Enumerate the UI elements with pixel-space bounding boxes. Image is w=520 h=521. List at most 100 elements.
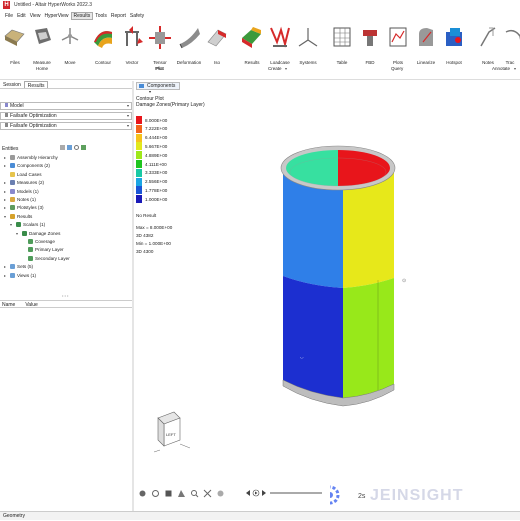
view-cube[interactable]: LEFT [150, 408, 200, 458]
tensor-plot-button[interactable]: Tensor Plot [145, 24, 175, 72]
deformation-button[interactable]: Deformation [174, 24, 204, 66]
panel-splitter[interactable] [132, 81, 134, 511]
tree-item[interactable]: Secondary Layer [22, 255, 70, 261]
menu-report[interactable]: Report [109, 12, 128, 20]
pan-icon[interactable] [151, 489, 160, 498]
linearize-button[interactable]: Linearize [411, 24, 441, 66]
menu-results[interactable]: Results [70, 11, 94, 20]
chevron-right-icon[interactable]: ▸ [4, 273, 8, 278]
model-selector[interactable]: Model ▾ [0, 102, 132, 110]
tree-item-icon [10, 197, 15, 202]
tree-item[interactable]: ▸ Sets (5) [4, 264, 33, 270]
tensor-icon [147, 24, 173, 50]
fit-icon[interactable] [164, 489, 173, 498]
tree-item[interactable]: Coverage [22, 239, 55, 244]
tree-item[interactable]: ▸ Notes (1) [4, 197, 36, 202]
files-button[interactable]: Files [0, 24, 30, 66]
tree-item[interactable]: ▸ Assembly Hierarchy [4, 155, 58, 160]
results-button[interactable]: Results [237, 24, 267, 66]
playback-speed: 2s [358, 493, 366, 500]
move-button[interactable]: Move [55, 24, 85, 66]
chevron-down-icon[interactable]: ▾ [4, 214, 8, 219]
measure-icon [29, 24, 55, 50]
tree-item[interactable]: ▸ Models (1) [4, 188, 39, 194]
menu-edit[interactable]: Edit [15, 12, 28, 20]
legend-swatch [136, 124, 142, 133]
zoom-icon[interactable] [190, 489, 199, 498]
table-button[interactable]: Table [327, 24, 357, 66]
watermark-text: JEINSIGHT [370, 487, 463, 504]
tree-item-icon [10, 180, 15, 186]
panel-resize-handle[interactable]: • • • [62, 293, 68, 298]
menu-hyperview[interactable]: HyperView [42, 12, 70, 20]
result-selector[interactable]: Failsafe Optimization ▾ [0, 112, 132, 120]
systems-button[interactable]: Systems [293, 24, 323, 66]
chevron-right-icon[interactable]: ▸ [4, 155, 8, 160]
vector-button[interactable]: Vector [117, 24, 147, 66]
tree-item[interactable]: ▸ Views (1) [4, 272, 36, 278]
tracing-icon [500, 24, 520, 50]
group-home-label: Home [36, 66, 49, 71]
plots-button[interactable]: Plots [383, 24, 413, 66]
legend-value: 1.000E+00 [145, 196, 168, 202]
forward-icon[interactable] [262, 490, 266, 496]
tree-item[interactable]: ▸ Measures (2) [4, 180, 44, 186]
fbd-icon [357, 24, 383, 50]
tree-item-label: Secondary Layer [35, 255, 70, 261]
iso-button[interactable]: Iso [202, 24, 232, 66]
contour-button[interactable]: Contour [88, 24, 118, 66]
tree-item[interactable]: Primary Layer [22, 247, 64, 253]
legend-swatch [136, 160, 142, 168]
tree-item-label: Notes (1) [17, 197, 36, 202]
chevron-right-icon[interactable]: ▸ [4, 264, 8, 269]
legend-level: 4.111E+00 [136, 160, 167, 168]
legend-level: 1.000E+00 [136, 195, 168, 204]
chevron-down-icon[interactable]: ▾ [16, 231, 20, 236]
notes-button[interactable]: Notes [473, 24, 503, 66]
rewind-icon[interactable] [246, 490, 250, 496]
chevron-down-icon[interactable]: ▾ [10, 222, 14, 227]
group-query-label: Query [391, 66, 404, 71]
measure-button[interactable]: Measure [27, 24, 57, 66]
menu-safety[interactable]: Safety [128, 12, 146, 20]
ribbon: Files Measure Move Contour Vector Tensor… [0, 20, 520, 80]
cylinder-model[interactable]: ◡ [270, 128, 410, 408]
menu-file[interactable]: File [3, 12, 15, 20]
legend-swatch [136, 177, 142, 186]
fbd-button[interactable]: FBD [355, 24, 385, 66]
legend-level: 3.333E+00 [136, 168, 167, 177]
create-dropdown-icon[interactable]: ▾ [285, 66, 287, 71]
tree-item[interactable]: ▾ Scalars (1) [10, 222, 45, 228]
tree-item[interactable]: Load Cases [4, 171, 42, 177]
tracing-button[interactable]: Trac [500, 24, 520, 66]
tree-item-icon [10, 272, 15, 278]
play-icon[interactable] [252, 489, 260, 497]
tree-item-label: Assembly Hierarchy [17, 155, 58, 160]
chevron-right-icon[interactable]: ▸ [4, 197, 8, 202]
svg-text:◡: ◡ [300, 354, 304, 359]
tree-item[interactable]: ▾ Results [4, 213, 32, 219]
annotate-dropdown-icon[interactable]: ▾ [514, 66, 516, 71]
tree-item[interactable]: ▸ Components (2) [4, 163, 50, 169]
tab-results[interactable]: Results [23, 81, 49, 89]
menu-view[interactable]: View [28, 12, 43, 20]
tree-item[interactable]: ▸ Plotstyles (3) [4, 205, 44, 211]
components-dropdown[interactable]: Components ▾ [136, 82, 180, 94]
lighting-icon[interactable] [216, 489, 225, 498]
tree-item[interactable]: ▾ Damage Zones [16, 230, 60, 236]
chevron-down-icon: ▾ [126, 103, 129, 108]
menu-tools[interactable]: Tools [93, 12, 109, 20]
loadcase-button[interactable]: Loadcase [265, 24, 295, 66]
chevron-right-icon[interactable]: ▸ [4, 163, 8, 168]
tab-session[interactable]: Session [0, 81, 24, 88]
chevron-right-icon[interactable]: ▸ [4, 205, 8, 210]
result-icon [5, 123, 8, 127]
chevron-right-icon[interactable]: ▸ [4, 180, 8, 185]
result-selector-2[interactable]: Failsafe Optimization ▾ [0, 122, 132, 130]
rotate-icon[interactable] [138, 489, 147, 498]
hotspot-button[interactable]: Hotspot [439, 24, 469, 66]
view-select-icon[interactable] [177, 489, 186, 498]
group-plot-label: Plot [155, 66, 163, 71]
chevron-right-icon[interactable]: ▸ [4, 189, 8, 194]
axis-icon[interactable] [203, 489, 212, 498]
